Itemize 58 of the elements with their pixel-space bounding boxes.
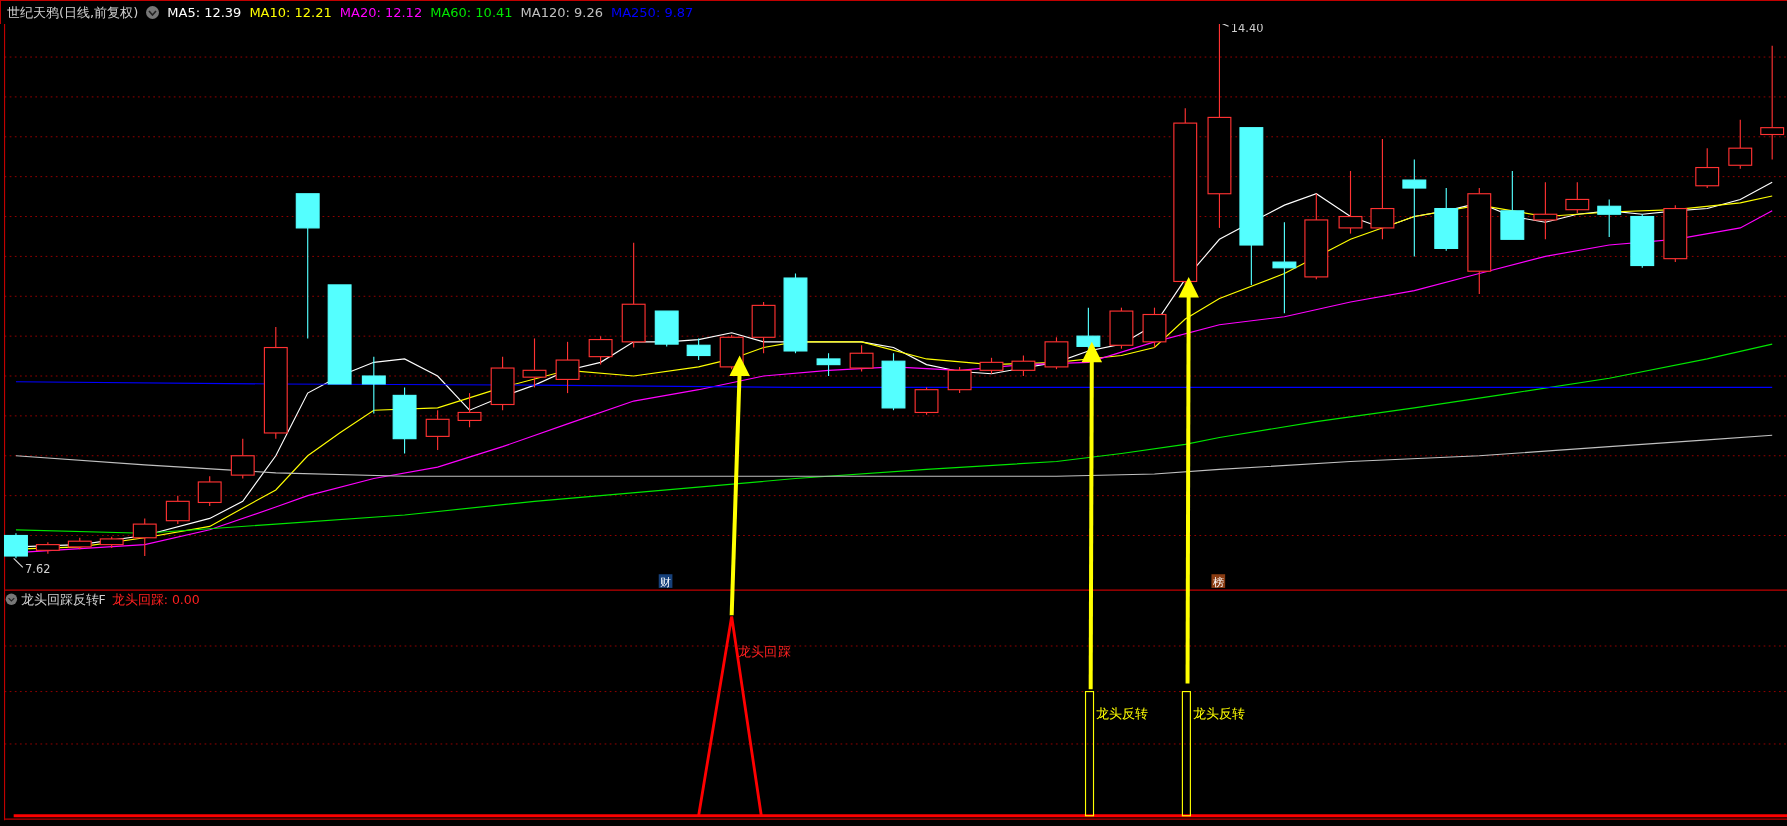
candlestick xyxy=(165,495,190,525)
candlestick xyxy=(1338,170,1363,235)
dropdown-icon[interactable] xyxy=(146,6,160,19)
candlestick xyxy=(35,541,60,555)
chart-title: 世纪天鸦(日线,前复权) xyxy=(7,3,139,22)
candlestick xyxy=(1630,213,1655,269)
candlestick xyxy=(1533,181,1558,240)
candlestick xyxy=(816,352,841,377)
candlestick xyxy=(849,344,874,373)
moving-average-value: MA250: 9.87 xyxy=(610,3,694,22)
candlestick xyxy=(1076,307,1101,350)
candlestick xyxy=(1663,204,1688,263)
candlestick xyxy=(555,341,580,394)
candlestick xyxy=(1500,170,1525,240)
candlestick xyxy=(1695,147,1720,189)
candlestick xyxy=(99,536,124,549)
candlestick xyxy=(686,337,711,361)
low-price-label: 7.62 xyxy=(25,562,51,577)
event-marker[interactable]: 榜 xyxy=(1211,574,1226,589)
indicator-readout: 龙头回踩: 0.00 xyxy=(111,591,200,607)
candlestick xyxy=(67,537,92,550)
candlestick xyxy=(979,357,1004,375)
candlestick xyxy=(881,352,906,411)
candlestick xyxy=(654,310,679,347)
candlestick xyxy=(425,409,450,451)
candlestick xyxy=(1434,187,1459,252)
moving-average-value: MA5: 12.39 xyxy=(167,3,242,22)
candlestick xyxy=(230,438,255,480)
candlestick xyxy=(1597,198,1622,238)
candlestick xyxy=(1011,354,1036,377)
candlestick xyxy=(4,532,28,559)
candlestick xyxy=(1565,181,1590,214)
indicator-name: 龙头回踩反转F xyxy=(20,591,106,607)
signal-label: 龙头反转 xyxy=(1193,705,1246,721)
candlestick xyxy=(1728,119,1753,170)
candlestick xyxy=(1109,307,1134,350)
candlestick xyxy=(132,517,157,557)
candlestick xyxy=(392,386,417,455)
candlestick xyxy=(490,356,515,411)
candlestick xyxy=(588,335,613,366)
candlestick xyxy=(522,337,547,388)
moving-average-value: MA60: 10.41 xyxy=(430,3,513,22)
dropdown-icon[interactable] xyxy=(5,593,18,605)
candlestick xyxy=(947,366,972,394)
moving-average-value: MA10: 12.21 xyxy=(249,3,332,22)
candlestick xyxy=(751,301,776,354)
candlestick xyxy=(1142,307,1167,349)
candlestick xyxy=(197,475,222,507)
candlestick xyxy=(914,386,939,416)
candlestick xyxy=(719,334,744,370)
candlestick xyxy=(457,392,482,428)
signal-label: 龙头反转 xyxy=(1096,705,1149,721)
moving-average-value: MA20: 12.12 xyxy=(339,3,423,22)
moving-average-value: MA120: 9.26 xyxy=(520,3,603,22)
signal-label: 龙头回踩 xyxy=(738,644,791,660)
candlestick xyxy=(361,356,386,415)
candlestick xyxy=(1044,336,1069,370)
event-marker[interactable]: 财 xyxy=(658,574,673,589)
